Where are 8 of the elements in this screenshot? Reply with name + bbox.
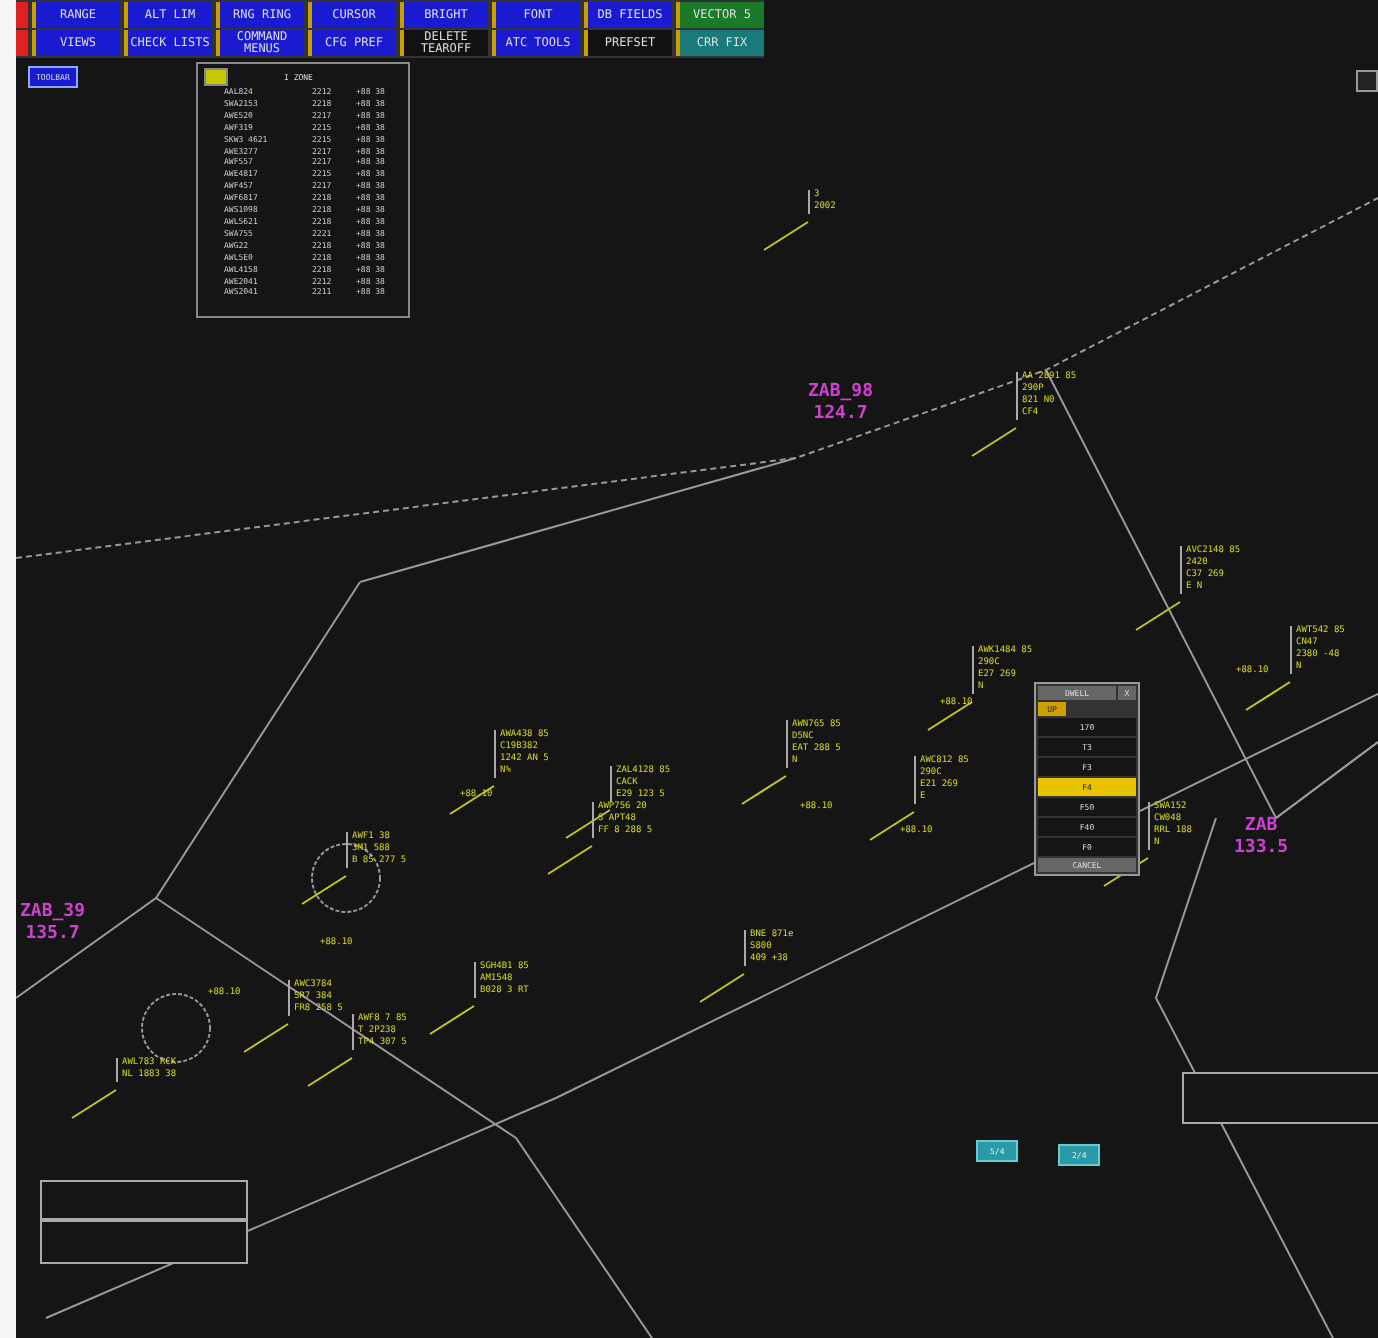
window-control-icon[interactable] [1356, 70, 1378, 92]
sector-frequency: 133.5 [1234, 838, 1289, 860]
sector-name: ZAB_98 [808, 382, 874, 404]
list-toggle-icon[interactable] [204, 68, 228, 86]
sector-frequency: 135.7 [23, 924, 82, 946]
sector-name: ZAB_39 [20, 902, 86, 924]
sector-name: ZAB [1242, 816, 1280, 838]
sector-frequency: 124.7 [811, 404, 870, 426]
